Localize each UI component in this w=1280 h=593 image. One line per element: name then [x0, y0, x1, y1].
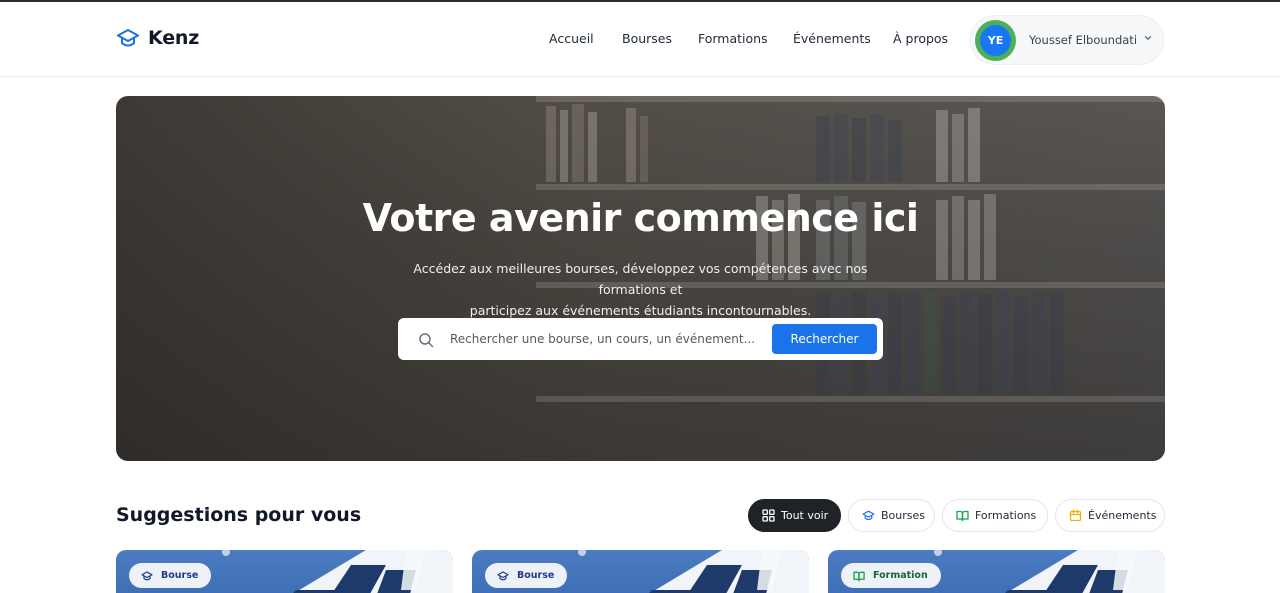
filter-label: Bourses — [881, 509, 925, 522]
graduation-cap-icon — [141, 570, 153, 580]
grid-icon — [762, 509, 775, 522]
hero-subtitle-line-1: Accédez aux meilleures bourses, développ… — [413, 261, 868, 297]
filter-label: Événements — [1088, 509, 1157, 522]
hero-title: Votre avenir commence ici — [362, 196, 919, 240]
filter-label: Formations — [975, 509, 1037, 522]
suggestion-card[interactable]: Bourse — [472, 550, 809, 593]
card-tag: Bourse — [485, 563, 568, 588]
hero-subtitle: Accédez aux meilleures bourses, développ… — [380, 258, 901, 321]
hero-search-bar: Rechercher — [398, 318, 883, 360]
hero-subtitle-line-2: participez aux événements étudiants inco… — [469, 303, 812, 318]
hero-banner: Votre avenir commence ici Accédez aux me… — [116, 96, 1165, 461]
card-tag: Bourse — [129, 563, 212, 588]
open-book-icon — [956, 510, 969, 522]
chevron-down-icon — [1144, 36, 1152, 40]
card-tag: Formation — [841, 563, 941, 588]
graduation-cap-icon — [497, 570, 509, 580]
user-menu-button[interactable]: YE Youssef Elboundati — [970, 15, 1164, 65]
filter-chip-formations[interactable]: Formations — [942, 499, 1048, 532]
card-tag-label: Bourse — [517, 570, 555, 581]
nav-link-a-propos[interactable]: À propos — [893, 31, 948, 46]
graduation-cap-icon — [862, 510, 875, 521]
nav-link-accueil[interactable]: Accueil — [549, 31, 594, 46]
nav-link-formations[interactable]: Formations — [698, 31, 768, 46]
suggestions-title: Suggestions pour vous — [116, 504, 362, 526]
filter-chip-bourses[interactable]: Bourses — [848, 499, 935, 532]
filter-chip-tout-voir[interactable]: Tout voir — [748, 499, 841, 532]
search-icon — [419, 333, 434, 348]
filter-label: Tout voir — [781, 509, 829, 522]
search-button[interactable]: Rechercher — [772, 324, 877, 354]
user-name: Youssef Elboundati — [1029, 33, 1138, 47]
nav-link-evenements[interactable]: Événements — [793, 31, 871, 46]
top-navigation-bar: Kenz Accueil Bourses Formations Événemen… — [0, 2, 1280, 77]
calendar-icon — [1069, 509, 1082, 522]
card-tag-label: Bourse — [161, 570, 199, 581]
suggestion-card[interactable]: Formation — [828, 550, 1165, 593]
avatar: YE — [975, 20, 1016, 61]
search-input[interactable] — [450, 328, 760, 350]
nav-link-bourses[interactable]: Bourses — [622, 31, 672, 46]
suggestion-card[interactable]: Bourse — [116, 550, 453, 593]
filter-chip-evenements[interactable]: Événements — [1055, 499, 1165, 532]
open-book-icon — [853, 571, 865, 581]
card-tag-label: Formation — [873, 570, 928, 581]
avatar-initials: YE — [980, 25, 1011, 56]
